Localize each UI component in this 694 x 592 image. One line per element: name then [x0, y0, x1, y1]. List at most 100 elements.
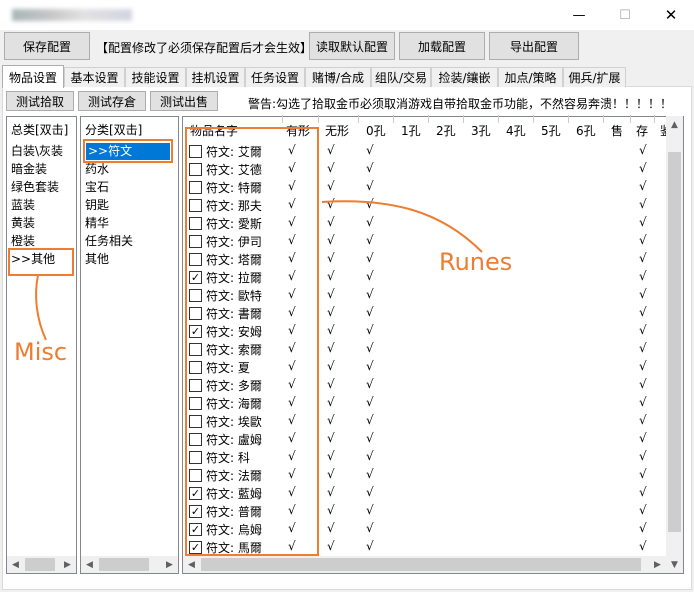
check-mark[interactable]: √ — [288, 287, 296, 301]
check-mark[interactable]: √ — [288, 431, 296, 445]
check-mark[interactable]: √ — [639, 341, 647, 355]
item-name-cell[interactable]: 符文: 那夫 — [206, 197, 262, 214]
check-mark[interactable]: √ — [327, 377, 335, 391]
item-name-cell[interactable]: 符文: 海爾 — [206, 395, 262, 412]
tab-idle-settings[interactable]: 挂机设置 — [186, 67, 245, 87]
vertical-scrollbar[interactable]: ▲ ▼ — [666, 116, 683, 573]
check-mark[interactable]: √ — [288, 467, 296, 481]
column-header[interactable]: 1孔 — [401, 122, 421, 139]
check-mark[interactable]: √ — [288, 377, 296, 391]
scroll-up-icon[interactable]: ▲ — [666, 116, 683, 133]
check-mark[interactable]: √ — [288, 233, 296, 247]
scroll-thumb[interactable] — [201, 558, 641, 571]
check-mark[interactable]: √ — [639, 521, 647, 535]
item-name-cell[interactable]: 符文: 安姆 — [206, 323, 262, 340]
check-mark[interactable]: √ — [366, 521, 374, 535]
check-mark[interactable]: √ — [327, 449, 335, 463]
check-mark[interactable]: √ — [288, 521, 296, 535]
test-stash-button[interactable]: 测试存倉 — [78, 91, 146, 111]
check-mark[interactable]: √ — [639, 395, 647, 409]
check-mark[interactable]: √ — [327, 269, 335, 283]
check-mark[interactable]: √ — [327, 323, 335, 337]
item-name-cell[interactable]: 符文: 塔爾 — [206, 251, 262, 268]
horizontal-scrollbar[interactable]: ◀ ▶ — [7, 556, 76, 573]
check-mark[interactable]: √ — [327, 143, 335, 157]
check-mark[interactable]: √ — [639, 503, 647, 517]
list-item[interactable]: 任务相关 — [85, 233, 133, 250]
check-mark[interactable]: √ — [327, 179, 335, 193]
check-mark[interactable]: √ — [327, 215, 335, 229]
scroll-down-icon[interactable]: ▼ — [666, 556, 683, 573]
column-header[interactable]: 5孔 — [541, 122, 561, 139]
check-mark[interactable]: √ — [366, 287, 374, 301]
check-mark[interactable]: √ — [639, 449, 647, 463]
item-name-cell[interactable]: 符文: 埃歐 — [206, 413, 262, 430]
check-mark[interactable]: √ — [366, 215, 374, 229]
row-checkbox[interactable] — [189, 199, 202, 212]
item-name-cell[interactable]: 符文: 法爾 — [206, 467, 262, 484]
check-mark[interactable]: √ — [366, 143, 374, 157]
maximize-icon[interactable]: ☐ — [602, 0, 648, 30]
check-mark[interactable]: √ — [366, 359, 374, 373]
row-checkbox[interactable] — [189, 289, 202, 302]
scroll-right-icon[interactable]: ▶ — [161, 556, 178, 573]
check-mark[interactable]: √ — [366, 305, 374, 319]
check-mark[interactable]: √ — [639, 377, 647, 391]
check-mark[interactable]: √ — [288, 359, 296, 373]
check-mark[interactable]: √ — [366, 269, 374, 283]
check-mark[interactable]: √ — [639, 413, 647, 427]
list-item[interactable]: 其他 — [85, 251, 109, 268]
scroll-left-icon[interactable]: ◀ — [183, 556, 200, 573]
check-mark[interactable]: √ — [639, 233, 647, 247]
check-mark[interactable]: √ — [366, 431, 374, 445]
check-mark[interactable]: √ — [327, 485, 335, 499]
sub-category-list[interactable]: 分类[双击] >>符文 药水 宝石 钥匙 精华 任务相关 其他 ◀ ▶ — [80, 116, 179, 574]
check-mark[interactable]: √ — [366, 485, 374, 499]
check-mark[interactable]: √ — [639, 431, 647, 445]
item-name-cell[interactable]: 符文: 書爾 — [206, 305, 262, 322]
list-item[interactable]: 钥匙 — [85, 197, 109, 214]
row-checkbox[interactable] — [189, 379, 202, 392]
row-checkbox[interactable] — [189, 343, 202, 356]
item-name-cell[interactable]: 符文: 艾爾 — [206, 143, 262, 160]
row-checkbox[interactable] — [189, 217, 202, 230]
check-mark[interactable]: √ — [288, 197, 296, 211]
list-item[interactable]: 黄装 — [11, 215, 35, 232]
save-config-button[interactable]: 保存配置 — [4, 32, 90, 60]
check-mark[interactable]: √ — [327, 197, 335, 211]
list-item[interactable]: 精华 — [85, 215, 109, 232]
scroll-thumb[interactable] — [99, 558, 149, 571]
column-header[interactable]: 有形 — [286, 122, 310, 139]
row-checkbox[interactable] — [189, 469, 202, 482]
item-name-cell[interactable]: 符文: 盧姆 — [206, 431, 262, 448]
check-mark[interactable]: √ — [366, 341, 374, 355]
row-checkbox[interactable]: ✓ — [189, 487, 202, 500]
check-mark[interactable]: √ — [327, 539, 335, 553]
check-mark[interactable]: √ — [366, 323, 374, 337]
list-item[interactable]: 橙装 — [11, 233, 35, 250]
check-mark[interactable]: √ — [366, 233, 374, 247]
check-mark[interactable]: √ — [327, 395, 335, 409]
item-name-cell[interactable]: 符文: 馬爾 — [206, 539, 262, 556]
test-pickup-button[interactable]: 测试拾取 — [6, 91, 74, 111]
column-header[interactable]: 存 — [636, 122, 648, 139]
row-checkbox[interactable] — [189, 397, 202, 410]
column-header[interactable]: 3孔 — [471, 122, 491, 139]
check-mark[interactable]: √ — [288, 413, 296, 427]
scroll-thumb[interactable] — [25, 558, 55, 571]
row-checkbox[interactable]: ✓ — [189, 541, 202, 554]
list-item[interactable]: 宝石 — [85, 179, 109, 196]
item-name-cell[interactable]: 符文: 艾德 — [206, 161, 262, 178]
check-mark[interactable]: √ — [327, 233, 335, 247]
check-mark[interactable]: √ — [327, 161, 335, 175]
load-default-config-button[interactable]: 读取默认配置 — [309, 32, 395, 60]
check-mark[interactable]: √ — [327, 467, 335, 481]
check-mark[interactable]: √ — [639, 143, 647, 157]
check-mark[interactable]: √ — [639, 269, 647, 283]
item-name-cell[interactable]: 符文: 藍姆 — [206, 485, 262, 502]
check-mark[interactable]: √ — [639, 161, 647, 175]
export-config-button[interactable]: 导出配置 — [489, 32, 579, 60]
row-checkbox[interactable]: ✓ — [189, 325, 202, 338]
list-item[interactable]: 药水 — [85, 161, 109, 178]
row-checkbox[interactable] — [189, 307, 202, 320]
